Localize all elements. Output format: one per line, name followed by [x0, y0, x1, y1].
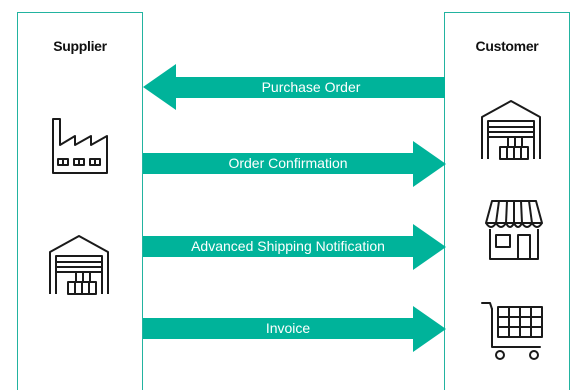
warehouse-icon — [49, 235, 109, 295]
supplier-lane — [17, 12, 143, 390]
shipping-notification-label: Advanced Shipping Notification — [191, 238, 385, 254]
customer-warehouse-icon — [481, 100, 541, 160]
store-icon — [485, 200, 543, 260]
order-confirmation-label: Order Confirmation — [228, 155, 348, 171]
purchase-order-label: Purchase Order — [261, 79, 361, 95]
invoice-label: Invoice — [265, 320, 311, 336]
customer-title: Customer — [475, 38, 539, 54]
factory-icon — [52, 118, 108, 174]
supplier-title: Supplier — [53, 38, 107, 54]
edi-flow-diagram: Supplier Customer Purchase Order Order C… — [0, 0, 571, 390]
shopping-cart-icon — [481, 302, 543, 360]
